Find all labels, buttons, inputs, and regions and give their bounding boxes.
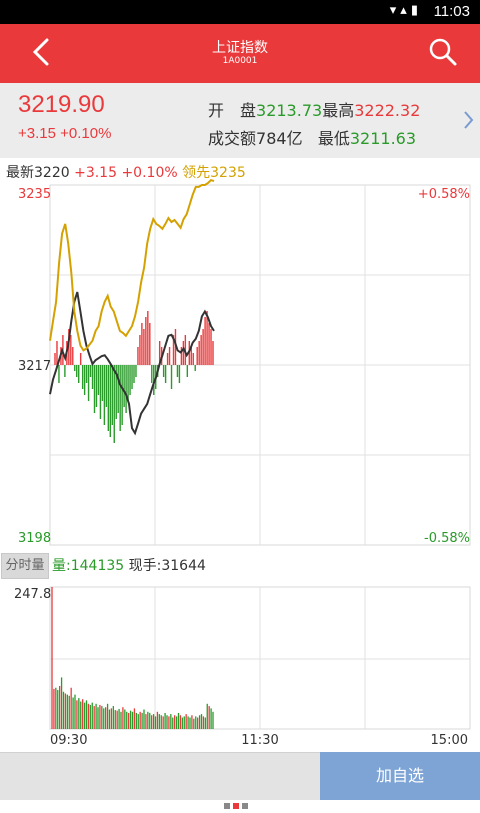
x-tick-label: 09:30 (50, 733, 87, 748)
intraday-chart: 3235 3217 3198 +0.58% -0.58% 247.8 09:30 11:30 1… (14, 178, 471, 748)
hand-label: 现手: (128, 558, 162, 574)
chart-grid (49, 184, 471, 730)
y-tick-label: 3198 (18, 531, 51, 546)
lead-line (49, 178, 215, 352)
volume-label: 量: (52, 558, 71, 574)
page-dot (242, 803, 248, 809)
hand-value: 31644 (161, 558, 206, 574)
y-right-tick-label: -0.58% (424, 531, 470, 546)
y-tick-label: 3217 (18, 359, 51, 374)
volume-max-label: 247.8 (14, 587, 51, 602)
page-dot (224, 803, 230, 809)
x-tick-label: 15:00 (431, 733, 468, 748)
volume-value: 144135 (70, 558, 125, 574)
add-to-watchlist-button[interactable]: 加自选 (320, 752, 480, 800)
tab-volume[interactable]: 分时量 (1, 553, 49, 579)
page-indicator (224, 794, 260, 809)
axis-labels: 3235 3217 3198 +0.58% -0.58% 247.8 09:30 11:30 1… (14, 187, 470, 748)
chart-lines (49, 178, 215, 436)
tick-bars (54, 311, 214, 443)
volume-bars (51, 587, 214, 729)
y-tick-label: 3235 (18, 187, 51, 202)
page-dot-active (233, 803, 239, 809)
x-tick-label: 11:30 (241, 733, 278, 748)
volume-info-line: 量:144135 现手:31644 (52, 555, 206, 575)
y-right-tick-label: +0.58% (418, 187, 470, 202)
